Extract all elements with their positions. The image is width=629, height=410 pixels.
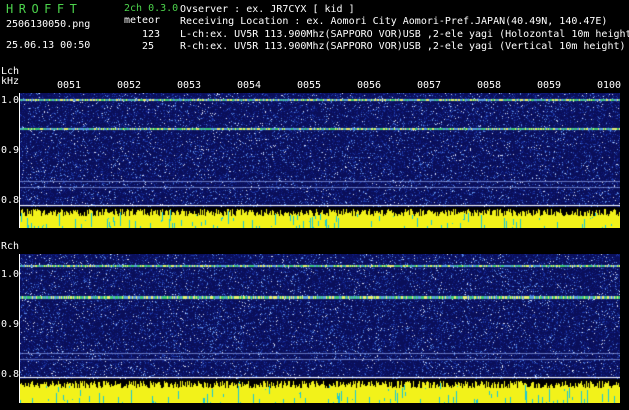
rch-spectrogram — [19, 254, 620, 403]
time-tick: 0053 — [177, 80, 202, 91]
rch-ytick-1.0: 1.0 — [1, 269, 20, 280]
observer-info: Ovserver : ex. JR7CYX [ kid ] — [180, 4, 355, 15]
unit-label: kHz — [1, 76, 20, 87]
time-tick: 0051 — [57, 80, 82, 91]
filename-label: 2506130050.png — [6, 19, 91, 30]
lch-info: L-ch:ex. UV5R 113.900Mhz(SAPPORO VOR)USB… — [180, 29, 629, 40]
lch-spectrogram — [19, 93, 620, 228]
rch-info: R-ch:ex. UV5R 113.900Mhz(SAPPORO VOR)USB… — [180, 41, 626, 52]
timestamp-label: 25.06.13 00:50 — [6, 40, 91, 51]
time-tick: 0054 — [237, 80, 262, 91]
lch-ytick-1.0: 1.0 — [1, 95, 20, 106]
time-tick: 0058 — [477, 80, 502, 91]
rch-label: Rch — [1, 241, 20, 252]
location-info: Receiving Location : ex. Aomori City Aom… — [180, 16, 608, 27]
time-tick: 0056 — [357, 80, 382, 91]
rch-ytick-0.9: 0.9 — [1, 319, 20, 330]
time-tick: 0100 — [597, 80, 622, 91]
app-title: HROFFT — [6, 2, 83, 16]
time-tick: 0059 — [537, 80, 562, 91]
channels-version-label: 2ch 0.3.0 — [124, 3, 179, 14]
meteor-label: meteor — [124, 15, 161, 26]
lch-ytick-0.9: 0.9 — [1, 145, 20, 156]
lch-ytick-0.8: 0.8 — [1, 195, 20, 206]
meteor-count-rch: 25 — [142, 41, 155, 52]
rch-ytick-0.8: 0.8 — [1, 369, 20, 380]
rch-y-axis — [19, 254, 20, 403]
time-tick: 0052 — [117, 80, 142, 91]
time-tick: 0057 — [417, 80, 442, 91]
meteor-count-lch: 123 — [142, 29, 161, 40]
lch-y-axis — [19, 93, 20, 228]
time-tick: 0055 — [297, 80, 322, 91]
